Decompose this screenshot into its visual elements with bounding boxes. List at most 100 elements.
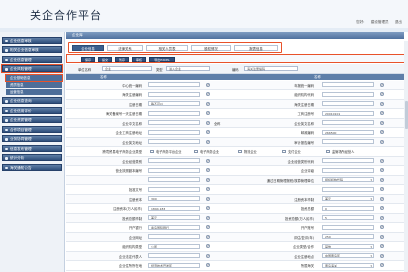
help-icon[interactable]: ? bbox=[380, 177, 384, 182]
field-input-left[interactable]: 经济技术开发区 bbox=[148, 262, 200, 268]
field-input-left[interactable]: 美元 bbox=[148, 215, 200, 221]
vertical-scrollbar[interactable] bbox=[404, 41, 408, 272]
field-input-left[interactable] bbox=[148, 91, 200, 97]
help-icon[interactable]: ? bbox=[206, 225, 210, 230]
field-input-left[interactable] bbox=[148, 186, 200, 192]
code-input[interactable]: 海关注册编码 bbox=[244, 65, 298, 71]
help-icon[interactable]: ? bbox=[380, 253, 384, 258]
field-input-left[interactable]: 等不可以 bbox=[148, 101, 200, 107]
help-icon[interactable]: ? bbox=[206, 196, 210, 201]
field-input-left[interactable] bbox=[148, 177, 200, 183]
field-input-right[interactable]: 组织机构代码 bbox=[322, 177, 374, 183]
field-input-right[interactable]: 250 bbox=[322, 234, 374, 240]
sidebar-item-collab[interactable]: 业务协同管理 bbox=[2, 135, 62, 142]
help-icon[interactable]: ? bbox=[206, 253, 210, 258]
help-icon[interactable]: ? bbox=[206, 244, 210, 249]
field-input-right[interactable] bbox=[322, 139, 374, 145]
tab-equity[interactable]: 股权情况 bbox=[191, 45, 231, 51]
help-icon[interactable]: ? bbox=[206, 120, 210, 125]
help-icon[interactable]: ? bbox=[206, 168, 210, 173]
field-input-right[interactable]: 中国黄岛区 bbox=[322, 253, 374, 259]
help-icon[interactable]: ? bbox=[206, 263, 210, 268]
help-icon[interactable]: ? bbox=[206, 92, 210, 97]
field-input-right[interactable]: 其他 bbox=[322, 243, 374, 249]
help-icon[interactable]: ? bbox=[380, 215, 384, 220]
save-button[interactable]: 保存 bbox=[81, 56, 95, 62]
help-icon[interactable]: ? bbox=[206, 177, 210, 182]
sidebar-subitem-operation[interactable]: 运营信息 bbox=[6, 88, 62, 95]
field-input-left[interactable]: 1894.183 bbox=[148, 205, 200, 211]
sidebar-item-qualify[interactable]: 企业资质管理 bbox=[2, 116, 62, 123]
field-input-left[interactable] bbox=[148, 82, 200, 88]
field-input-left[interactable]: 青岛国际银行 bbox=[148, 224, 200, 230]
sidebar-item-query[interactable]: 企业信息查询 bbox=[2, 97, 62, 104]
help-icon[interactable]: ? bbox=[206, 111, 210, 116]
sidebar-subitem-basic[interactable]: 企业基础信息 bbox=[5, 73, 63, 82]
help-icon[interactable]: ? bbox=[380, 196, 384, 201]
logout-link[interactable]: 退出 bbox=[395, 20, 402, 24]
help-icon[interactable]: ? bbox=[380, 139, 384, 144]
help-icon[interactable]: ? bbox=[206, 206, 210, 211]
sidebar-item-related-audit[interactable]: 相关企业信息审核 bbox=[2, 46, 62, 53]
help-icon[interactable]: ? bbox=[206, 215, 210, 220]
field-input-left[interactable] bbox=[148, 234, 200, 240]
field-input-left[interactable] bbox=[148, 139, 200, 145]
help-icon[interactable]: ? bbox=[380, 206, 384, 211]
export-button[interactable]: 导出EXCEL bbox=[149, 56, 175, 62]
field-input-right[interactable]: 0 bbox=[322, 205, 374, 211]
help-icon[interactable]: ? bbox=[206, 187, 210, 192]
help-icon[interactable]: ? bbox=[380, 92, 384, 97]
checkbox[interactable] bbox=[282, 149, 286, 154]
field-input-right[interactable] bbox=[322, 224, 374, 230]
help-icon[interactable]: ? bbox=[206, 158, 210, 163]
help-icon[interactable]: ? bbox=[380, 168, 384, 173]
field-input-right[interactable]: 5 bbox=[322, 215, 374, 221]
field-input-right[interactable]: 20010101 bbox=[322, 110, 374, 116]
help-icon[interactable]: ? bbox=[206, 82, 210, 87]
help-icon[interactable]: ? bbox=[380, 101, 384, 106]
audit-button[interactable]: 审核 bbox=[132, 56, 146, 62]
help-icon[interactable]: ? bbox=[380, 263, 384, 268]
help-icon[interactable]: ? bbox=[380, 225, 384, 230]
help-icon[interactable]: ? bbox=[206, 139, 210, 144]
sidebar-item-company-audit[interactable]: 企业信息审核 bbox=[2, 36, 62, 44]
field-input-right[interactable] bbox=[322, 120, 374, 126]
tab-reports[interactable]: 报表信息 bbox=[234, 45, 278, 51]
tab-legal[interactable]: 法律关系 bbox=[107, 45, 143, 51]
sidebar-item-publish[interactable]: 信息发布管理 bbox=[2, 144, 62, 152]
field-input-right[interactable]: 266500 bbox=[322, 129, 374, 135]
field-input-right[interactable] bbox=[322, 158, 374, 164]
field-input-left[interactable]: 公司 bbox=[148, 243, 200, 249]
sidebar-item-company-manage[interactable]: 企业信息管理 bbox=[2, 55, 62, 63]
field-input-left[interactable] bbox=[148, 167, 200, 173]
name-input[interactable]: 企业 bbox=[102, 65, 152, 71]
submit-button[interactable]: 提交 bbox=[98, 56, 112, 62]
type-input[interactable]: 进入企业 bbox=[166, 65, 210, 71]
field-input-right[interactable] bbox=[322, 91, 374, 97]
tab-persons[interactable]: 相关人员表 bbox=[146, 45, 188, 51]
field-input-right[interactable] bbox=[322, 186, 374, 192]
field-input-right[interactable]: 美元 bbox=[322, 196, 374, 202]
draft-button[interactable]: 暂存 bbox=[115, 56, 129, 62]
help-icon[interactable]: ? bbox=[380, 120, 384, 125]
help-icon[interactable]: ? bbox=[206, 234, 210, 239]
field-input-left[interactable] bbox=[148, 120, 200, 126]
field-input-right[interactable] bbox=[322, 167, 374, 173]
sidebar-subitem-qualification[interactable]: 资质信息 bbox=[6, 81, 62, 88]
help-icon[interactable]: ? bbox=[206, 101, 210, 106]
user-name[interactable]: 建设管理员 bbox=[371, 20, 389, 24]
scroll-thumb[interactable] bbox=[404, 101, 408, 129]
field-input-left[interactable] bbox=[148, 110, 200, 116]
field-input-left[interactable] bbox=[148, 129, 200, 135]
field-input-right[interactable] bbox=[322, 101, 374, 107]
sidebar-item-project[interactable]: 合作项目管理 bbox=[2, 125, 62, 133]
checkbox[interactable] bbox=[150, 149, 154, 154]
sidebar-item-stats[interactable]: 统计分析 bbox=[2, 154, 62, 161]
help-icon[interactable]: ? bbox=[380, 158, 384, 163]
help-icon[interactable]: ? bbox=[380, 130, 384, 135]
help-icon[interactable]: ? bbox=[380, 111, 384, 116]
help-icon[interactable]: ? bbox=[206, 130, 210, 135]
sidebar-item-risk-manage[interactable]: 企业风险管理 bbox=[1, 64, 63, 73]
field-input-right[interactable]: 黄岛海关 bbox=[322, 262, 374, 268]
field-input-left[interactable]: 300 bbox=[148, 196, 200, 202]
